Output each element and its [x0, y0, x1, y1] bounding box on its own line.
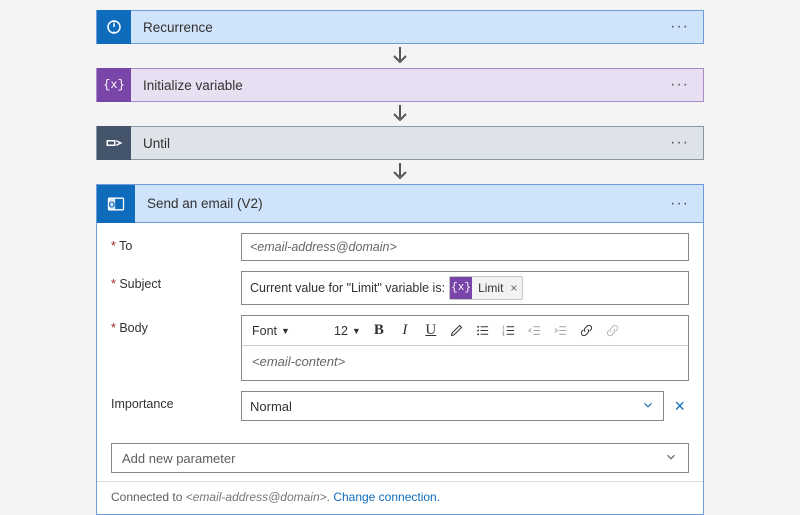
importance-select[interactable]: Normal — [241, 391, 664, 421]
indent-button[interactable] — [549, 319, 573, 343]
step-send-email: O Send an email (V2) ··· To <email-addre… — [96, 184, 704, 515]
bulleted-list-button[interactable] — [471, 319, 495, 343]
chevron-down-icon — [664, 450, 678, 467]
variable-icon: {x} — [450, 277, 472, 299]
svg-text:3: 3 — [503, 332, 506, 337]
step-menu-button[interactable]: ··· — [656, 76, 703, 94]
pencil-button[interactable] — [445, 319, 469, 343]
step-title: Until — [131, 136, 656, 151]
underline-button[interactable]: U — [419, 319, 443, 343]
step-header[interactable]: O Send an email (V2) ··· — [97, 185, 703, 223]
connection-footer: Connected to <email-address@domain>. Cha… — [97, 481, 703, 514]
step-initialize-variable[interactable]: {x} Initialize variable ··· — [96, 68, 704, 102]
to-placeholder: <email-address@domain> — [250, 240, 397, 254]
chevron-down-icon — [641, 398, 655, 415]
font-select[interactable]: Font▼ — [248, 319, 328, 343]
connector-arrow — [0, 104, 800, 124]
field-row-body: Body Font▼ 12▼ B I U — [111, 315, 689, 381]
subject-text: Current value for "Limit" variable is: — [250, 281, 445, 295]
connector-arrow — [0, 162, 800, 182]
flow-canvas: Recurrence ··· {x} Initialize variable ·… — [0, 0, 800, 500]
step-recurrence[interactable]: Recurrence ··· — [96, 10, 704, 44]
footer-identity: <email-address@domain> — [186, 490, 327, 504]
field-row-to: To <email-address@domain> — [111, 233, 689, 261]
importance-label: Importance — [111, 391, 241, 411]
outdent-button[interactable] — [523, 319, 547, 343]
step-title: Send an email (V2) — [135, 196, 656, 211]
token-label: Limit — [472, 281, 509, 295]
footer-prefix: Connected to — [111, 490, 186, 504]
remove-parameter-button[interactable]: × — [670, 396, 689, 417]
body-editor[interactable]: <email-content> — [242, 346, 688, 380]
step-menu-button[interactable]: ··· — [656, 195, 703, 213]
italic-button[interactable]: I — [393, 319, 417, 343]
link-button[interactable] — [575, 319, 599, 343]
subject-label: Subject — [111, 271, 241, 291]
to-input[interactable]: <email-address@domain> — [241, 233, 689, 261]
importance-value: Normal — [250, 399, 641, 414]
svg-text:O: O — [109, 199, 116, 209]
until-icon — [97, 126, 131, 160]
change-connection-link[interactable]: Change connection. — [333, 490, 440, 504]
to-label: To — [111, 233, 241, 253]
subject-token-limit[interactable]: {x} Limit × — [449, 276, 523, 300]
recurrence-icon — [97, 10, 131, 44]
step-until[interactable]: Until ··· — [96, 126, 704, 160]
rte-toolbar: Font▼ 12▼ B I U — [242, 316, 688, 346]
field-row-importance: Importance Normal × — [111, 391, 689, 421]
font-size-select[interactable]: 12▼ — [330, 319, 365, 343]
variable-icon: {x} — [97, 68, 131, 102]
outlook-icon: O — [97, 185, 135, 223]
step-menu-button[interactable]: ··· — [656, 134, 703, 152]
connector-arrow — [0, 46, 800, 66]
subject-input[interactable]: Current value for "Limit" variable is: {… — [241, 271, 689, 305]
body-label: Body — [111, 315, 241, 335]
rte-container: Font▼ 12▼ B I U — [241, 315, 689, 381]
add-parameter-select[interactable]: Add new parameter — [111, 443, 689, 473]
step-title: Recurrence — [131, 20, 656, 35]
unlink-button[interactable] — [601, 319, 625, 343]
bold-button[interactable]: B — [367, 319, 391, 343]
token-remove-button[interactable]: × — [509, 281, 522, 295]
field-row-subject: Subject Current value for "Limit" variab… — [111, 271, 689, 305]
numbered-list-button[interactable]: 123 — [497, 319, 521, 343]
step-title: Initialize variable — [131, 78, 656, 93]
body-placeholder: <email-content> — [252, 354, 345, 369]
step-menu-button[interactable]: ··· — [656, 18, 703, 36]
add-parameter-label: Add new parameter — [122, 451, 664, 466]
